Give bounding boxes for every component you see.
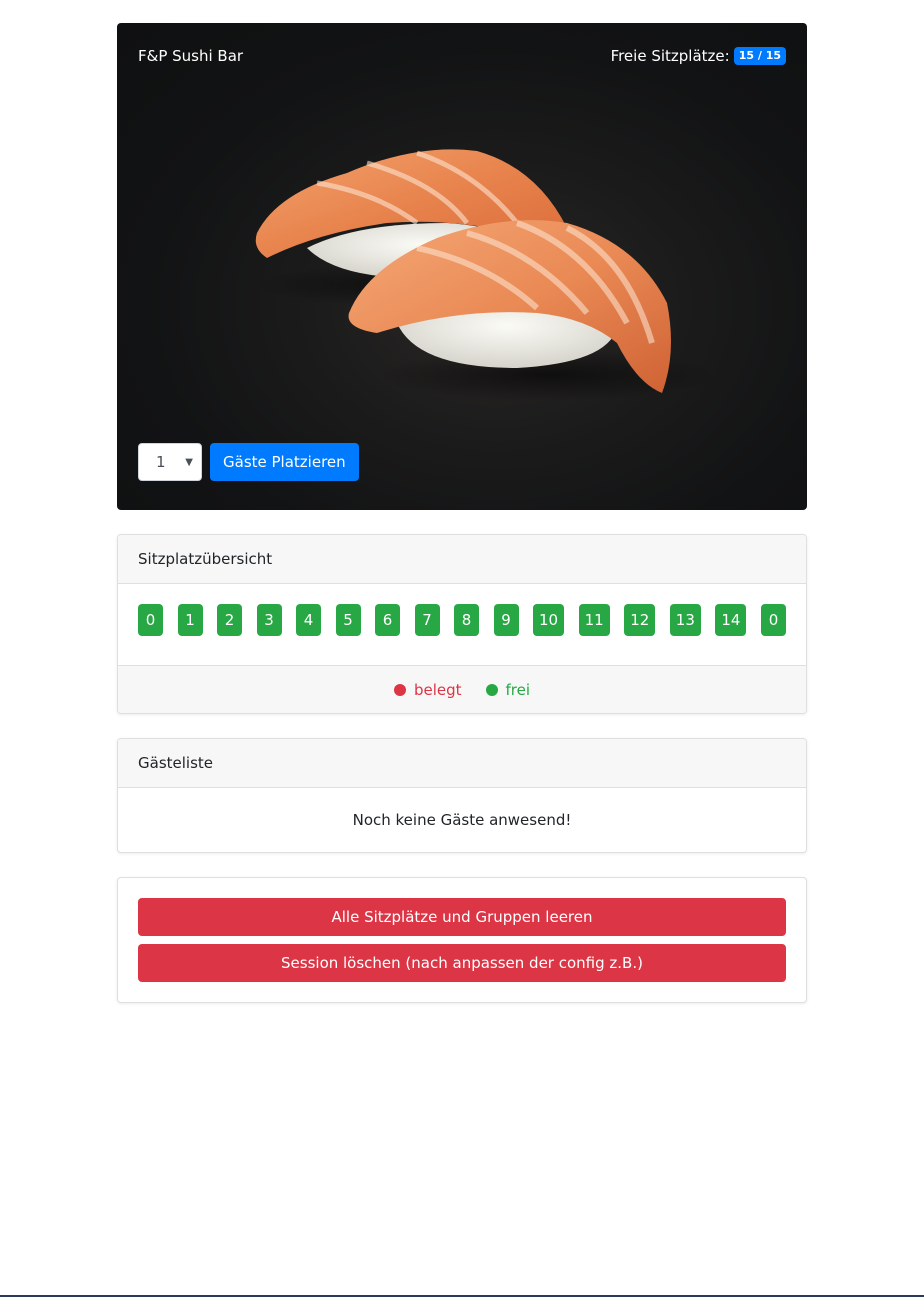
- free-seats-indicator: Freie Sitzplätze: 15 / 15: [611, 47, 786, 65]
- sushi-image: [255, 149, 717, 401]
- seat-button[interactable]: 9: [493, 604, 519, 636]
- seat-legend: belegt frei: [118, 665, 806, 713]
- guest-list-empty-message: Noch keine Gäste anwesend!: [352, 811, 572, 829]
- seat-button[interactable]: 12: [624, 604, 656, 636]
- seat-button[interactable]: 1: [177, 604, 203, 636]
- place-guests-button[interactable]: Gäste Platzieren: [210, 443, 359, 481]
- chevron-down-icon: ▼: [185, 456, 193, 468]
- seat-button[interactable]: 14: [715, 604, 747, 636]
- seat-button[interactable]: 2: [217, 604, 242, 636]
- main-container: F&P Sushi Bar Freie Sitzplätze: 15 / 15 …: [117, 23, 807, 1003]
- seat-button[interactable]: 11: [578, 604, 610, 636]
- seat-button[interactable]: 13: [669, 604, 701, 636]
- legend-occupied-label: belegt: [413, 681, 462, 699]
- guest-list-card: Gästeliste Noch keine Gäste anwesend!: [117, 738, 807, 853]
- free-seats-badge: 15 / 15: [733, 47, 786, 65]
- seat-button[interactable]: 6: [375, 604, 400, 636]
- seat-button[interactable]: 8: [454, 604, 479, 636]
- delete-session-button[interactable]: Session löschen (nach anpassen der confi…: [138, 944, 786, 982]
- occupied-dot-icon: [393, 684, 406, 696]
- seat-button[interactable]: 10: [533, 604, 565, 636]
- guest-count-select[interactable]: 1 ▼: [138, 443, 202, 481]
- seat-button[interactable]: 3: [256, 604, 282, 636]
- hero-banner: F&P Sushi Bar Freie Sitzplätze: 15 / 15 …: [117, 23, 807, 510]
- clear-seats-button[interactable]: Alle Sitzplätze und Gruppen leeren: [138, 898, 786, 936]
- seat-button[interactable]: 0: [760, 604, 786, 636]
- seat-list: 0 1 2 3 4 5 6 7 8 9 10 11 12 13 14 0: [118, 584, 806, 665]
- free-seats-label: Freie Sitzplätze:: [610, 47, 730, 65]
- seat-button[interactable]: 4: [296, 604, 321, 636]
- guest-list-header: Gästeliste: [118, 739, 806, 788]
- seat-button[interactable]: 5: [335, 604, 361, 636]
- restaurant-name: F&P Sushi Bar: [138, 47, 244, 65]
- free-dot-icon: [485, 684, 498, 696]
- seat-button[interactable]: 7: [414, 604, 440, 636]
- seat-overview-card: Sitzplatzübersicht 0 1 2 3 4 5 6 7 8 9 10 11 12 13 14 0…: [117, 534, 807, 714]
- actions-card: Alle Sitzplätze und Gruppen leeren Sessi…: [117, 877, 807, 1003]
- legend-free: frei: [485, 681, 531, 699]
- guest-count-value: 1: [156, 453, 166, 471]
- legend-free-label: frei: [505, 681, 531, 699]
- legend-occupied: belegt: [393, 681, 462, 699]
- placement-controls: 1 ▼ Gäste Platzieren: [138, 443, 359, 481]
- seat-overview-header: Sitzplatzübersicht: [118, 535, 806, 584]
- seat-button[interactable]: 0: [138, 604, 163, 636]
